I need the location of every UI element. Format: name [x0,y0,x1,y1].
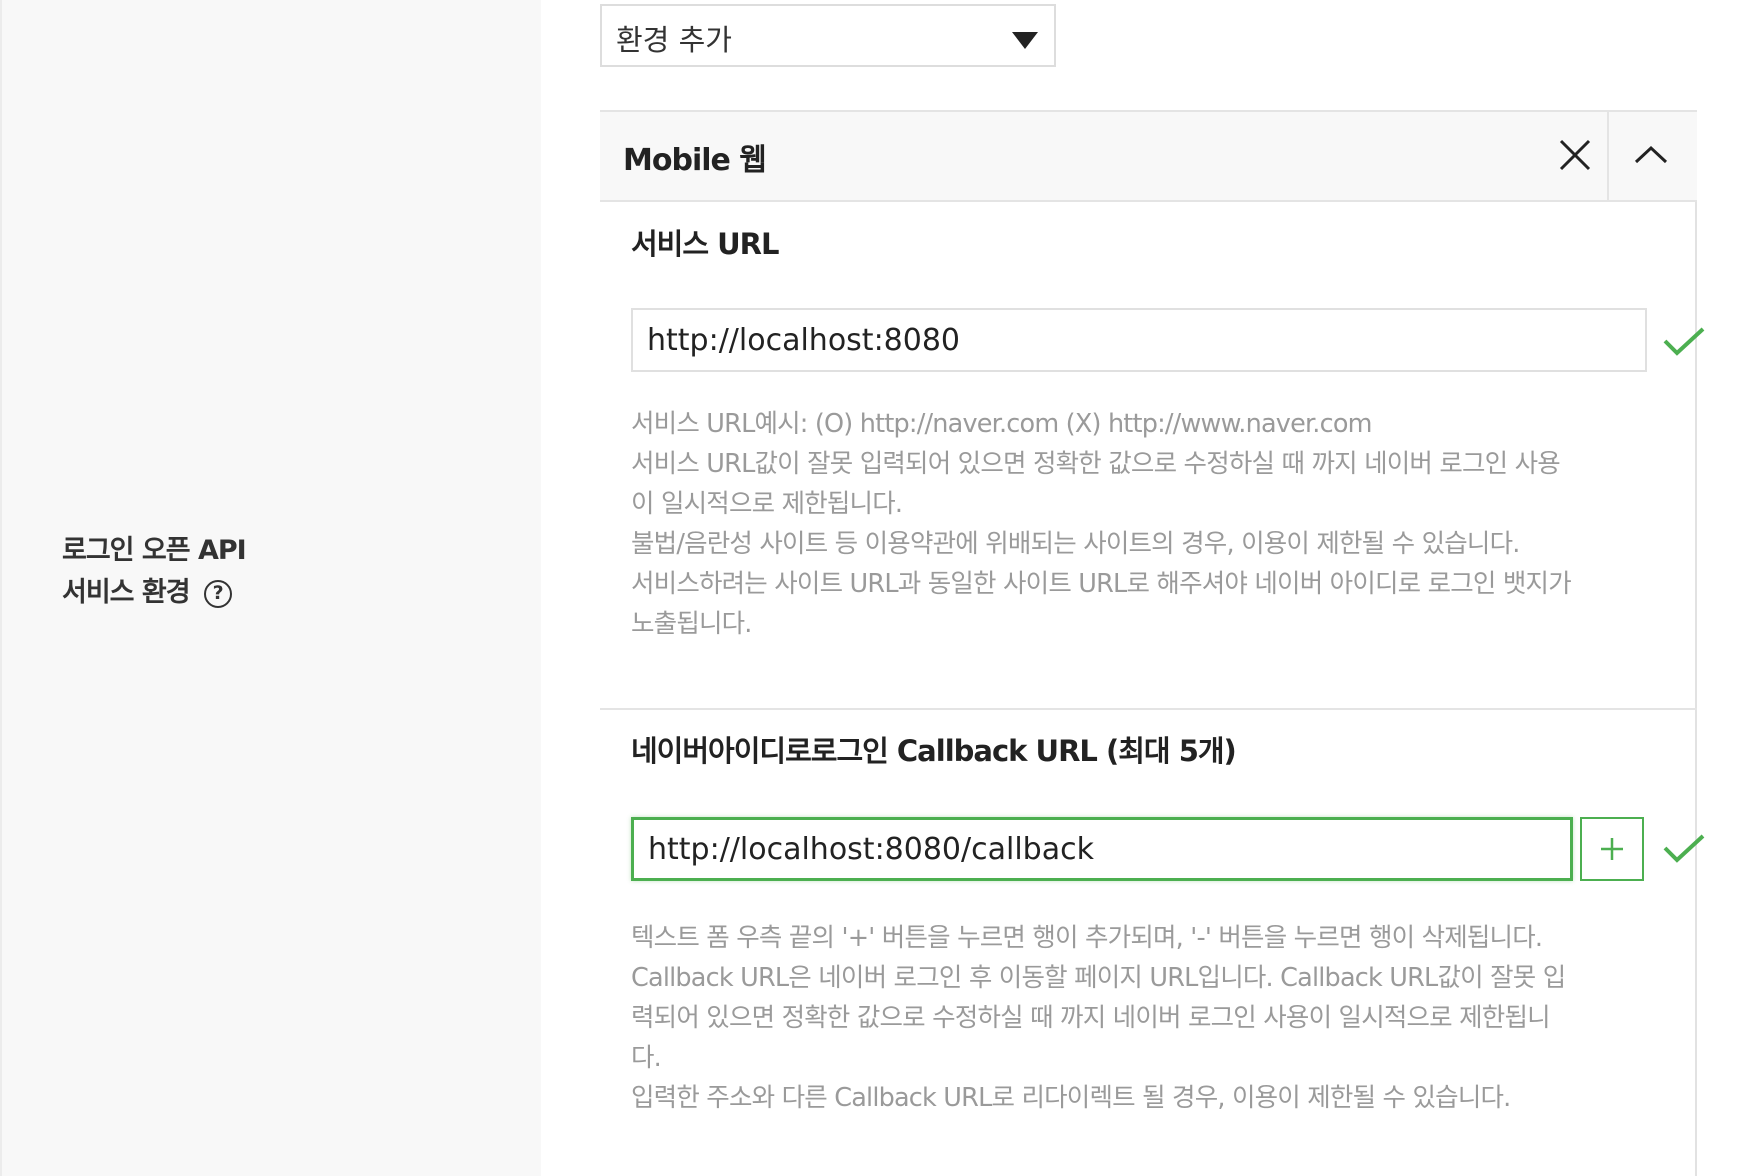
dropdown-arrow-icon [1012,32,1038,49]
service-url-help: 서비스 URL예시: (O) http://naver.com (X) http… [631,404,1661,644]
callback-url-help-line: 텍스트 폼 우측 끝의 '+' 버튼을 누르면 행이 추가되며, '-' 버튼을… [631,923,1543,953]
service-url-input[interactable] [631,308,1647,372]
callback-url-help: 텍스트 폼 우측 끝의 '+' 버튼을 누르면 행이 추가되며, '-' 버튼을… [631,918,1661,1118]
left-label-panel: 로그인 오픈 API 서비스 환경? [0,0,541,1176]
section-label-line2: 서비스 환경 [62,577,191,608]
environment-select-value: 환경 추가 [616,23,732,57]
service-url-help-line: 이 일시적으로 제한됩니다. [631,489,903,519]
service-url-help-line: 서비스 URL값이 잘못 입력되어 있으면 정확한 값으로 수정하실 때 까지 … [631,449,1561,479]
service-url-help-line: 서비스하려는 사이트 URL과 동일한 사이트 URL로 해주셔야 네이버 아이… [631,569,1572,599]
section-label: 로그인 오픈 API 서비스 환경? [62,530,247,614]
callback-url-help-line: 력되어 있으면 정확한 값으로 수정하실 때 까지 네이버 로그인 사용이 일시… [631,1003,1551,1033]
service-url-help-line: 서비스 URL예시: (O) http://naver.com (X) http… [631,409,1372,439]
close-icon [1559,139,1591,171]
collapse-environment-button[interactable] [1607,112,1697,200]
check-icon [1663,834,1705,863]
help-circle-icon[interactable]: ? [203,580,232,608]
environment-title: Mobile 웹 [623,143,767,178]
service-url-help-line: 노출됩니다. [631,609,752,639]
section-label-line1: 로그인 오픈 API [62,535,247,566]
callback-url-title: 네이버아이디로로그인 Callback URL (최대 5개) [631,734,1237,768]
callback-url-help-line: 다. [631,1043,662,1073]
add-callback-url-button[interactable] [1580,817,1644,881]
chevron-up-icon [1634,145,1668,164]
environment-add-select[interactable]: 환경 추가 [600,4,1056,67]
callback-url-help-line: 입력한 주소와 다른 Callback URL로 리다이렉트 될 경우, 이용이… [631,1083,1511,1113]
environment-panel: Mobile 웹 서비스 URL 서비스 URL예시: (O) http://n… [600,110,1705,1176]
service-url-title: 서비스 URL [631,227,779,261]
section-divider [600,708,1697,710]
plus-icon [1601,838,1623,860]
check-icon [1663,327,1705,356]
remove-environment-button[interactable] [1530,112,1618,200]
service-url-help-line: 불법/음란성 사이트 등 이용약관에 위배되는 사이트의 경우, 이용이 제한될… [631,529,1520,559]
environment-panel-header: Mobile 웹 [600,110,1697,202]
callback-url-input[interactable] [631,817,1573,881]
callback-url-help-line: Callback URL은 네이버 로그인 후 이동할 페이지 URL입니다. … [631,963,1566,993]
